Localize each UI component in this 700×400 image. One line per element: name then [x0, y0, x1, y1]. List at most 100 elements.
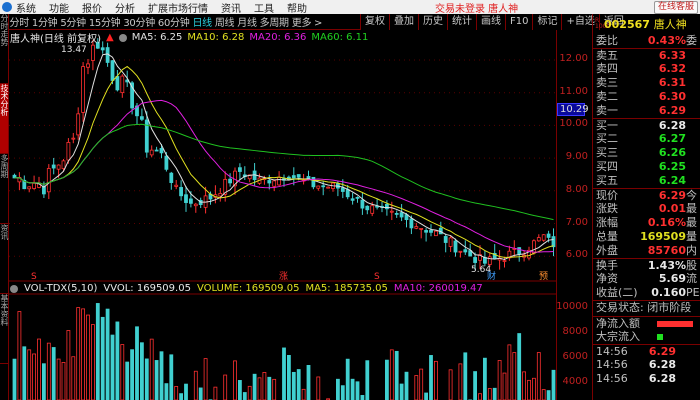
candle: [66, 141, 71, 161]
volume-bar: [522, 371, 526, 400]
row-extra: 今: [686, 189, 697, 202]
candle: [389, 210, 394, 213]
left-tab[interactable]: 资讯: [0, 224, 9, 294]
period-tab[interactable]: 多周期: [260, 14, 289, 29]
period-tab[interactable]: 月线: [237, 14, 257, 29]
row-value: 6.26: [658, 146, 686, 159]
volume-bar: [149, 338, 154, 400]
volume-bar: [193, 370, 198, 400]
volume-bar: [404, 371, 409, 400]
menu-item[interactable]: 系统: [16, 0, 36, 15]
price-tick: 11.00: [559, 85, 588, 97]
toolbar-button[interactable]: 标记: [532, 14, 561, 30]
menu-item[interactable]: 资讯: [221, 0, 241, 15]
volume-bar: [345, 358, 350, 400]
toolbar-button[interactable]: 复权: [360, 14, 389, 30]
volume-bar: [272, 378, 277, 400]
menu-bar: 系统 功能 报价 分析 扩展市场行情 资讯 工具 帮助 交易未登录 唐人神 在线客服: [0, 0, 700, 15]
vol-indicator-name: VOL-TDX(5,10): [24, 283, 98, 294]
candle: [360, 199, 365, 209]
toolbar-button[interactable]: 历史: [418, 14, 447, 30]
row-value: 0.43%: [647, 34, 686, 47]
candle: [551, 236, 556, 248]
stock-name: 唐人神: [653, 18, 687, 31]
volume-bar: [174, 386, 179, 400]
high-price-label: 13.47: [61, 45, 87, 55]
kline-chart[interactable]: 13.475.64S 涨 S 财预: [9, 30, 556, 400]
candle: [321, 185, 326, 188]
volume-bar: [286, 354, 291, 400]
menu-item[interactable]: 扩展市场行情: [148, 0, 208, 15]
toolbar-button[interactable]: 画线: [476, 14, 505, 30]
volume-bar: [478, 393, 482, 400]
row-value: 0.160: [651, 286, 686, 299]
left-tab[interactable]: 分时走势: [0, 14, 9, 84]
candle: [296, 174, 301, 178]
price-tick: 10.00: [559, 118, 588, 130]
period-tab[interactable]: 日线: [192, 14, 212, 29]
period-tab[interactable]: 5分钟: [60, 14, 86, 29]
online-service-button[interactable]: 在线客服: [653, 1, 698, 14]
volume-bar: [414, 375, 419, 400]
volume-bar: [61, 362, 66, 400]
chart-toolbar: 复权 叠加 历史 统计 画线 F10 标记 +自选 返回: [360, 14, 628, 30]
period-tab[interactable]: 更多 >: [292, 14, 323, 29]
volume-bar: [306, 365, 311, 400]
menu-item[interactable]: 报价: [82, 0, 102, 15]
candle: [453, 240, 458, 253]
volume-bar: [105, 308, 110, 400]
quote-row: 涨幅 0.16% 最: [593, 216, 700, 230]
candle: [536, 237, 541, 242]
price-tick: 6.00: [565, 249, 588, 261]
row-label: 买四: [596, 160, 618, 173]
ma20-label: MA20: 6.36: [249, 32, 307, 43]
settings-dot-icon[interactable]: [10, 284, 18, 293]
settings-dot-icon[interactable]: [118, 33, 127, 42]
period-tab[interactable]: 15分钟: [89, 14, 121, 29]
period-tab[interactable]: 60分钟: [158, 14, 190, 29]
volume-bar: [125, 361, 130, 400]
row-value: 6.29: [658, 189, 686, 202]
volume-bar: [91, 324, 95, 400]
volume-bar: [546, 390, 551, 400]
left-tab[interactable]: 基本资料: [0, 294, 9, 364]
period-tab[interactable]: 30分钟: [123, 14, 155, 29]
menu-item[interactable]: 功能: [49, 0, 69, 15]
volume-tick: 8000: [562, 326, 588, 337]
toolbar-button[interactable]: 叠加: [389, 14, 418, 30]
period-tab[interactable]: 1分钟: [32, 14, 58, 29]
volume-bar: [27, 349, 32, 400]
volume-bar: [497, 360, 502, 400]
left-tab[interactable]: 技术分析: [0, 84, 9, 154]
volume-bar: [350, 378, 355, 400]
toolbar-button[interactable]: F10: [505, 14, 532, 30]
toolbar-button[interactable]: 统计: [447, 14, 476, 30]
volume-bar: [100, 316, 105, 400]
volume-bar: [76, 307, 81, 400]
chart-marker: 预: [539, 271, 548, 282]
row-value: 6.33: [658, 49, 686, 62]
menu-item[interactable]: 分析: [115, 0, 135, 15]
candle: [473, 257, 478, 263]
candle: [365, 205, 370, 211]
candle: [76, 113, 81, 136]
candle: [443, 236, 448, 243]
row-label: 卖一: [596, 104, 618, 117]
menu-item[interactable]: 工具: [254, 0, 274, 15]
menu-item[interactable]: 帮助: [287, 0, 307, 15]
left-tab[interactable]: 多周期: [0, 154, 9, 224]
period-tab[interactable]: 周线: [215, 14, 235, 29]
row-label: 净资: [596, 272, 618, 285]
quote-row: 卖五 6.33: [593, 48, 700, 62]
candle: [139, 116, 144, 120]
candle: [546, 233, 551, 238]
period-tab[interactable]: 分时: [10, 14, 30, 29]
price-tick: 9.00: [565, 151, 588, 163]
candle: [502, 260, 507, 262]
block-inflow-bar: [657, 334, 663, 340]
volume-bar: [184, 383, 188, 400]
quote-row: 卖四 6.32: [593, 62, 700, 76]
volume-bar: [424, 392, 429, 400]
row-label: 净流入额: [596, 317, 640, 330]
row-extra: 流: [686, 272, 697, 285]
